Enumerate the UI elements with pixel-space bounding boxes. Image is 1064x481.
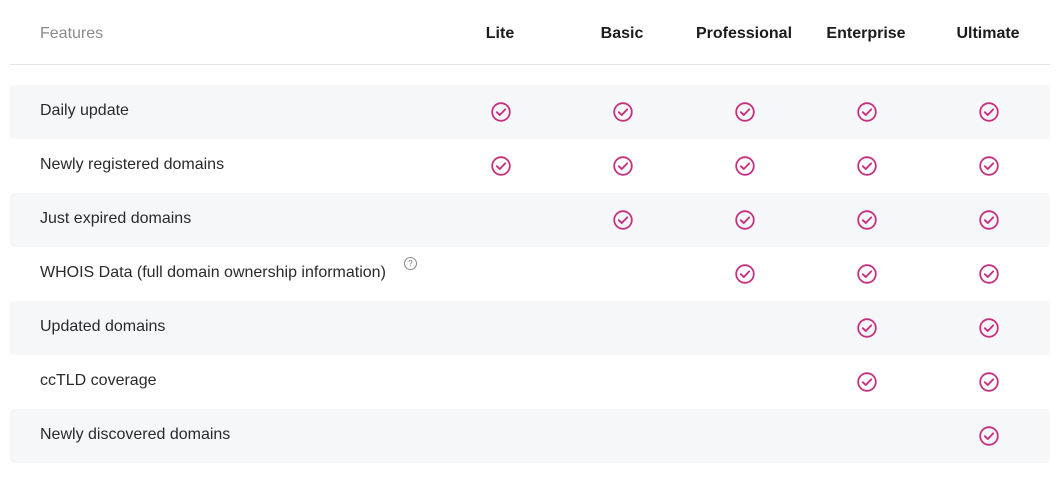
check-circle-icon [612, 101, 634, 123]
check-circle-icon [612, 209, 634, 231]
check-circle-icon [856, 263, 878, 285]
check-circle-icon [978, 155, 1000, 177]
check-circle-icon [490, 155, 512, 177]
table-row: WHOIS Data (full domain ownership inform… [10, 247, 1050, 301]
table-row: Daily update [10, 85, 1050, 139]
check-circle-icon [734, 101, 756, 123]
check-circle-icon [856, 155, 878, 177]
check-circle-icon [856, 317, 878, 339]
feature-label: Newly discovered domains [40, 426, 231, 443]
feature-label: Daily update [40, 102, 129, 119]
plan-header-enterprise: Enterprise [826, 25, 906, 42]
check-circle-icon [978, 209, 1000, 231]
question-circle-icon[interactable]: ? [404, 257, 417, 270]
feature-label: Newly registered domains [40, 156, 225, 173]
check-circle-icon [612, 155, 634, 177]
plan-header-ultimate: Ultimate [956, 25, 1020, 42]
pricing-features-table: Features Lite Basic Professional Enterpr… [10, 0, 1050, 463]
feature-label: ccTLD coverage [40, 372, 157, 389]
check-circle-icon [490, 101, 512, 123]
check-circle-icon [734, 209, 756, 231]
features-column-header: Features [40, 25, 104, 42]
feature-label: Updated domains [40, 318, 166, 335]
table-row: Just expired domains [10, 193, 1050, 247]
table-row: Newly registered domains [10, 139, 1050, 193]
check-circle-icon [856, 101, 878, 123]
check-circle-icon [978, 101, 1000, 123]
plan-header-basic: Basic [600, 25, 644, 42]
check-circle-icon [734, 263, 756, 285]
check-circle-icon [978, 425, 1000, 447]
check-circle-icon [978, 317, 1000, 339]
table-header: Features Lite Basic Professional Enterpr… [10, 0, 1050, 65]
check-circle-icon [734, 155, 756, 177]
table-row: ccTLD coverage [10, 355, 1050, 409]
feature-label: Just expired domains [40, 210, 192, 227]
check-circle-icon [978, 263, 1000, 285]
check-circle-icon [978, 371, 1000, 393]
plan-header-lite: Lite [485, 25, 515, 42]
table-row: Newly discovered domains [10, 409, 1050, 463]
check-circle-icon [856, 371, 878, 393]
table-row: Updated domains [10, 301, 1050, 355]
check-circle-icon [856, 209, 878, 231]
plan-header-professional: Professional [695, 25, 793, 42]
feature-label: WHOIS Data (full domain ownership inform… [40, 264, 386, 281]
